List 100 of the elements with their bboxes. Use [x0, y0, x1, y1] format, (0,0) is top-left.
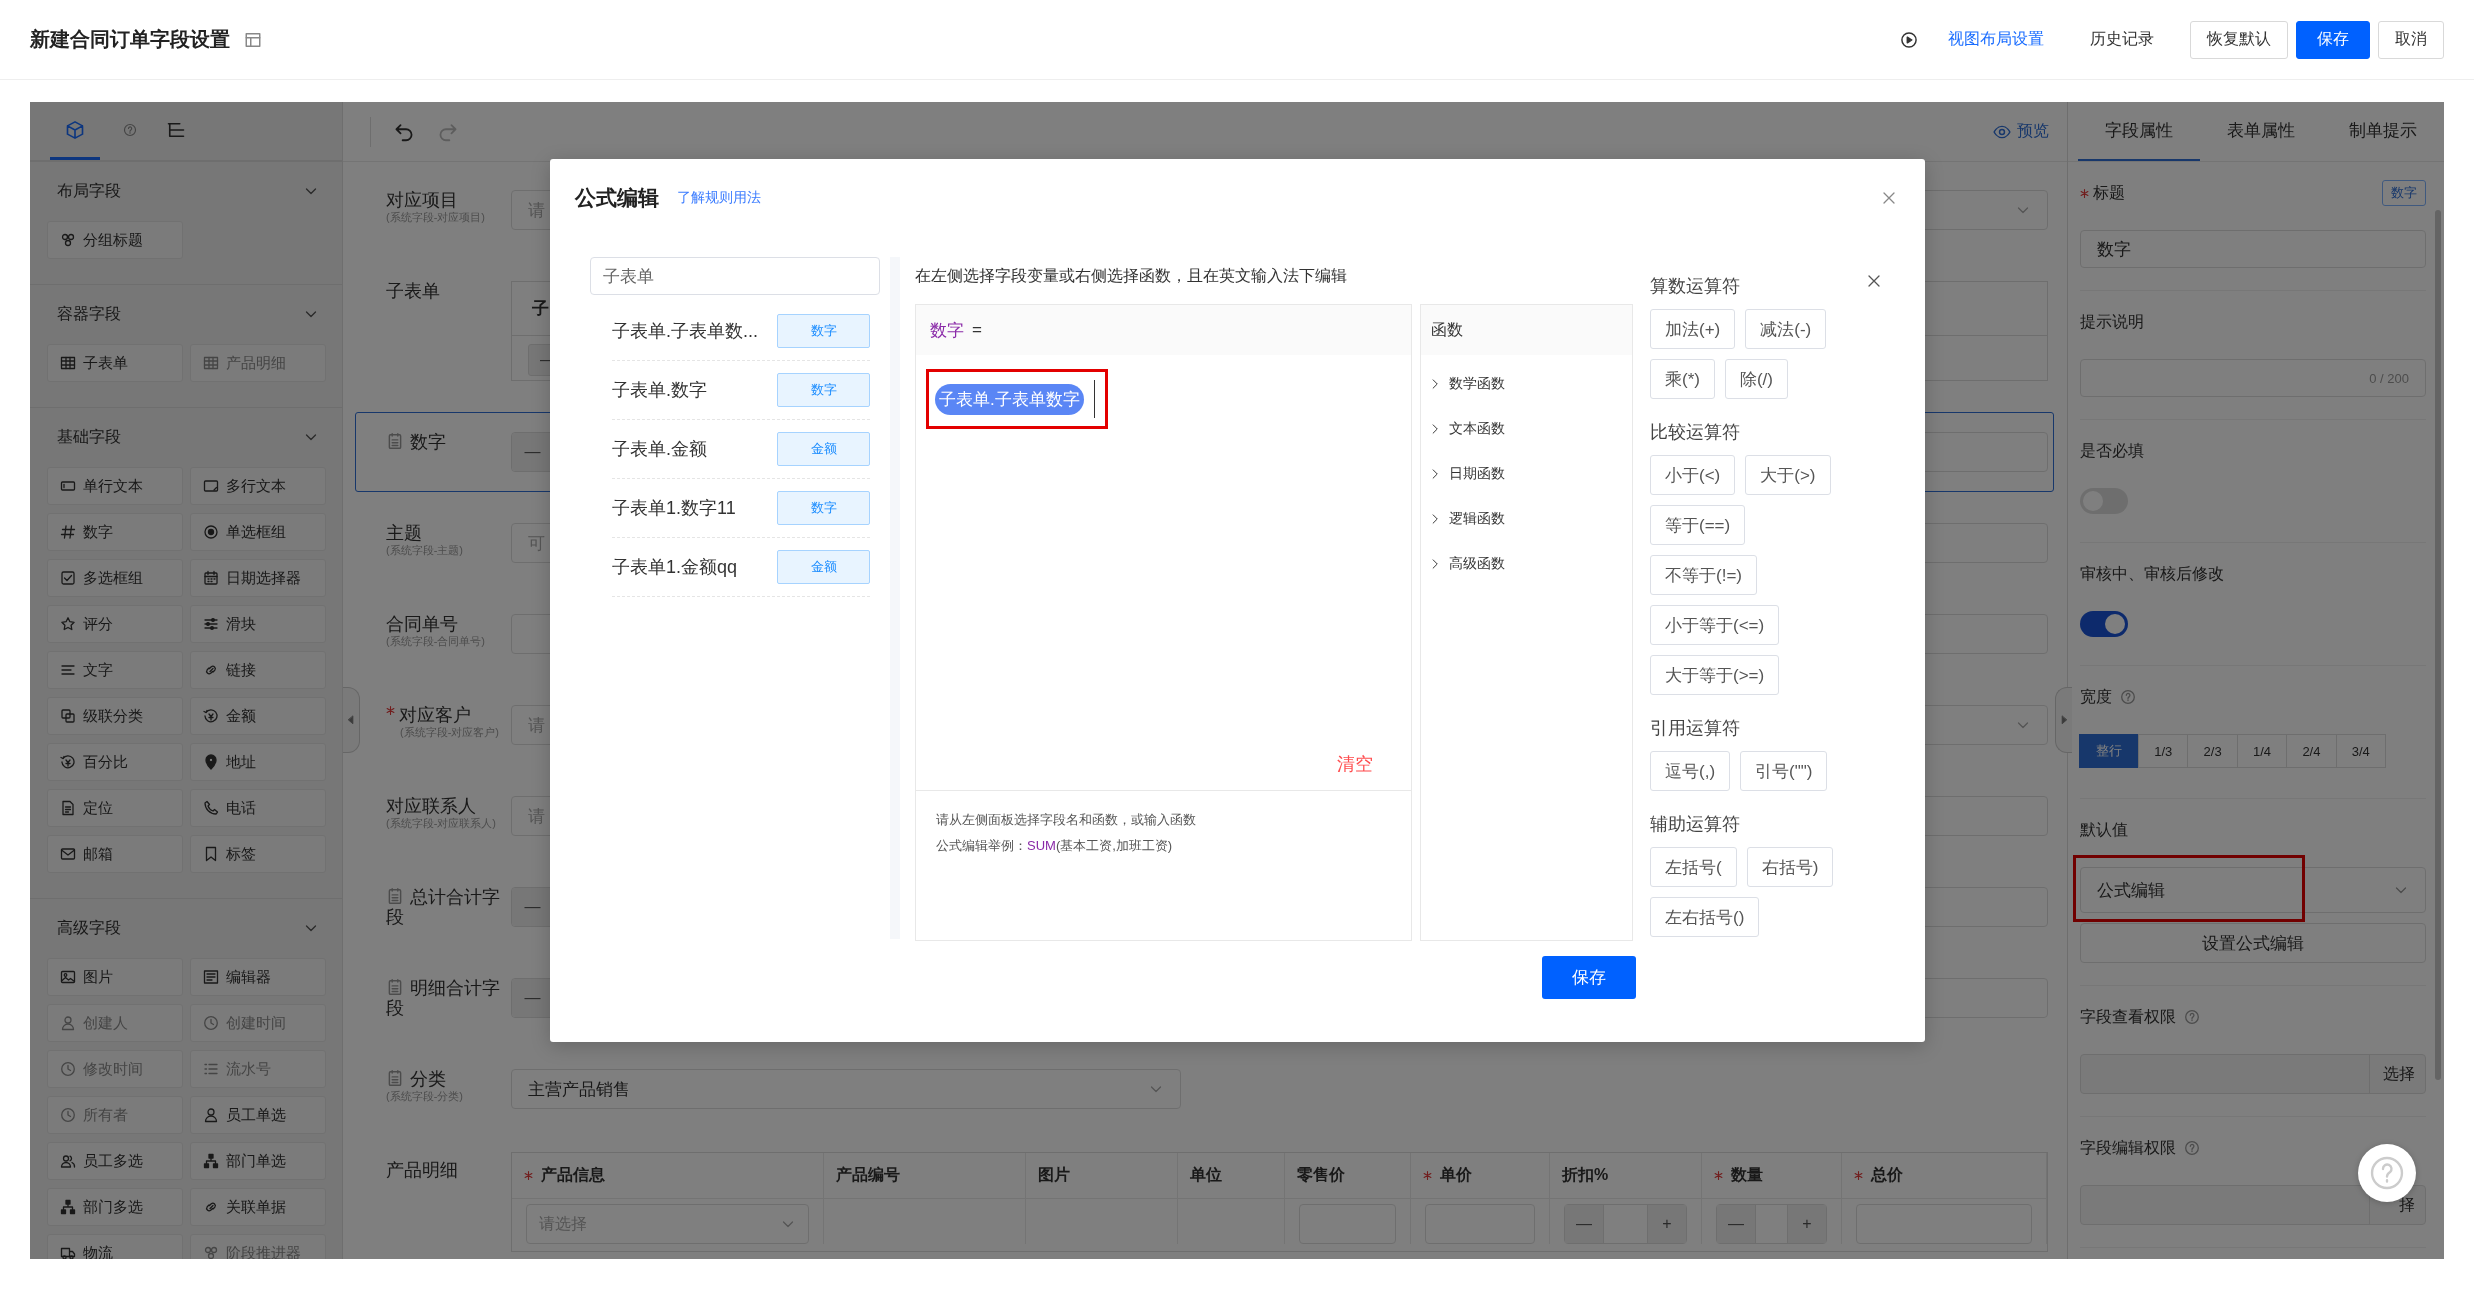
operator-button[interactable]: 除(/)	[1724, 359, 1788, 399]
action-button[interactable]: 取消	[2378, 20, 2444, 59]
panel-tab[interactable]: 表单属性	[2200, 102, 2322, 161]
field-type-button[interactable]: 级联分类	[47, 697, 183, 735]
width-option[interactable]: 3/4	[2335, 734, 2386, 768]
number-stepper[interactable]: — +	[1564, 1204, 1687, 1244]
section-title: 容器字段	[57, 303, 121, 324]
layout-icon[interactable]	[244, 30, 262, 49]
toggle-switch[interactable]	[2080, 611, 2128, 637]
minus-button[interactable]: —	[1565, 1205, 1603, 1243]
column-header: 零售价	[1285, 1153, 1411, 1198]
field-name[interactable]: 子表单1.数字11	[612, 496, 736, 520]
operator-button[interactable]: 小于(<)	[1650, 455, 1736, 495]
field-type-button[interactable]: 多行文本	[190, 467, 326, 505]
field-type-button[interactable]: 链接	[190, 651, 326, 689]
default-value-select[interactable]: 公式编辑	[2080, 867, 2426, 913]
field-name[interactable]: 子表单1.金额qq	[612, 555, 738, 579]
close-icon[interactable]	[1881, 190, 1897, 206]
help-icon[interactable]	[2184, 1009, 2200, 1025]
collapse-handle[interactable]	[2055, 687, 2072, 753]
operator-button[interactable]: 逗号(,)	[1650, 751, 1731, 791]
field-type-button[interactable]: 定位	[47, 789, 183, 827]
help-link[interactable]: 了解规则用法	[677, 189, 761, 207]
operator-button[interactable]: 左右括号()	[1650, 897, 1760, 937]
field-type-button[interactable]: 单选框组	[190, 513, 326, 551]
field-token[interactable]: 子表单.子表单数字	[935, 383, 1084, 415]
plus-button[interactable]: +	[1788, 1205, 1826, 1243]
field-type-button[interactable]: 标签	[190, 835, 326, 873]
field-type-button[interactable]: 地址	[190, 743, 326, 781]
preview-button[interactable]: 预览	[1993, 121, 2049, 142]
view-layout-link[interactable]: 视图布局设置	[1948, 29, 2044, 50]
help-icon[interactable]	[2120, 689, 2136, 705]
width-option[interactable]: 2/3	[2187, 734, 2238, 768]
field-type-button[interactable]: 滑块	[190, 605, 326, 643]
clear-button[interactable]: 清空	[1337, 752, 1373, 776]
field-type-button[interactable]: 数字	[47, 513, 183, 551]
minus-button[interactable]: —	[1717, 1205, 1755, 1243]
field-type-button[interactable]: 单行文本	[47, 467, 183, 505]
field-type-button[interactable]: 部门多选	[47, 1188, 183, 1226]
width-option[interactable]: 2/4	[2286, 734, 2337, 768]
field-type-button[interactable]: 员工单选	[190, 1096, 326, 1134]
function-group[interactable]: 日期函数	[1421, 451, 1632, 496]
save-button[interactable]: 保存	[1542, 956, 1636, 999]
field-type-button[interactable]: 编辑器	[190, 958, 326, 996]
function-group[interactable]: 文本函数	[1421, 406, 1632, 451]
title-input[interactable]: 数字	[2080, 230, 2426, 268]
action-button[interactable]: 恢复默认	[2190, 20, 2288, 59]
operator-button[interactable]: 小于等于(<=)	[1650, 605, 1780, 645]
plus-button[interactable]: +	[1648, 1205, 1686, 1243]
field-type-button[interactable]: 物流	[47, 1234, 183, 1259]
number-stepper[interactable]: — +	[1716, 1204, 1827, 1244]
field-name[interactable]: 子表单.金额	[612, 437, 707, 461]
function-group[interactable]: 逻辑函数	[1421, 496, 1632, 541]
play-icon[interactable]	[1900, 30, 1918, 49]
permission-field[interactable]: 择	[2080, 1185, 2426, 1225]
field-type-button[interactable]: 文字	[47, 651, 183, 689]
select-field[interactable]: 主营产品销售	[511, 1069, 1181, 1109]
field-type-button[interactable]: 邮箱	[47, 835, 183, 873]
field-type-button[interactable]: 子表单	[47, 344, 183, 382]
permission-field[interactable]: 选择	[2080, 1054, 2426, 1094]
formula-editor[interactable]: 数字 = 子表单.子表单数字 清空 请从左侧面板选择字段名和函数，或输入函数 公式编辑举例：SUM(基本工资,加班工资)	[915, 304, 1412, 941]
field-type-button[interactable]: 关联单据	[190, 1188, 326, 1226]
operator-button[interactable]: 不等于(!=)	[1650, 555, 1757, 595]
save-button[interactable]: 保存	[2296, 20, 2370, 59]
operator-button[interactable]: 乘(*)	[1650, 359, 1715, 399]
select-button[interactable]: 选择	[2369, 1055, 2425, 1093]
section-title: 高级字段	[57, 917, 121, 938]
operator-button[interactable]: 减法(-)	[1745, 309, 1827, 349]
operator-button[interactable]: 右括号)	[1746, 847, 1834, 887]
help-icon[interactable]	[2184, 1140, 2200, 1156]
operator-button[interactable]: 大于(>)	[1745, 455, 1831, 495]
function-group[interactable]: 高级函数	[1421, 541, 1632, 586]
panel-tab[interactable]: 字段属性	[2078, 102, 2200, 161]
width-option[interactable]: 整行	[2079, 734, 2140, 768]
field-type-button[interactable]: 评分	[47, 605, 183, 643]
field-name[interactable]: 子表单.数字	[612, 378, 707, 402]
field-type-button[interactable]: 部门单选	[190, 1142, 326, 1180]
panel-tab[interactable]: 制单提示	[2322, 102, 2444, 161]
operator-button[interactable]: 加法(+)	[1650, 309, 1736, 349]
set-formula-button[interactable]: 设置公式编辑	[2080, 923, 2426, 963]
width-option[interactable]: 1/3	[2138, 734, 2189, 768]
field-type-button[interactable]: 多选框组	[47, 559, 183, 597]
operator-button[interactable]: 等于(==)	[1650, 505, 1746, 545]
field-type-button[interactable]: 金额	[190, 697, 326, 735]
operator-button[interactable]: 大于等于(>=)	[1650, 655, 1780, 695]
field-type-button[interactable]: 电话	[190, 789, 326, 827]
close-icon[interactable]	[1866, 273, 1882, 289]
function-group[interactable]: 数学函数	[1421, 361, 1632, 406]
field-type-button[interactable]: 日期选择器	[190, 559, 326, 597]
operator-button[interactable]: 左括号(	[1650, 847, 1737, 887]
field-type-button[interactable]: 图片	[47, 958, 183, 996]
scrollbar[interactable]	[2435, 210, 2441, 1080]
operator-button[interactable]: 引号("")	[1740, 751, 1828, 791]
field-type-button[interactable]: 分组标题	[47, 221, 183, 259]
width-option[interactable]: 1/4	[2236, 734, 2288, 768]
search-field[interactable]: 子表单	[590, 257, 880, 295]
field-type-button[interactable]: 百分比	[47, 743, 183, 781]
history-link[interactable]: 历史记录	[2090, 29, 2154, 50]
field-type-button[interactable]: 员工多选	[47, 1142, 183, 1180]
collapse-handle[interactable]	[343, 687, 360, 753]
